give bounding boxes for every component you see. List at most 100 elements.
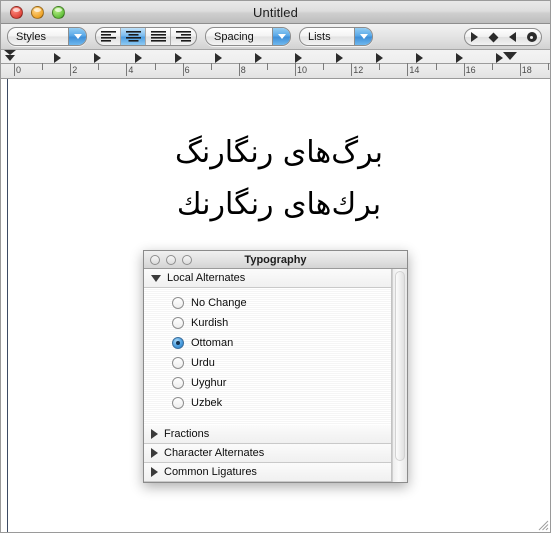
diamond-icon (488, 32, 499, 42)
ruler-tick (379, 63, 381, 70)
ruler-tick (266, 63, 268, 70)
record-button[interactable] (522, 29, 541, 45)
lists-popup-button[interactable]: Lists (299, 27, 373, 46)
radio-label-kurdish: Kurdish (191, 317, 229, 329)
ruler-tab-stop[interactable] (335, 53, 343, 63)
zoom-button-icon[interactable] (52, 5, 65, 19)
radio-row-no-change[interactable]: No Change (144, 293, 391, 313)
ruler-tick (42, 63, 44, 70)
panel-close-button-icon[interactable] (150, 254, 160, 265)
app-root: Untitled Styles Spacing Lists 0 2 4 6 8 … (0, 0, 551, 533)
scrollbar-thumb[interactable] (395, 271, 405, 461)
align-left-icon (100, 31, 116, 42)
ruler-tab-stop[interactable] (375, 53, 383, 63)
chevron-down-icon (68, 28, 86, 45)
radio-row-urdu[interactable]: Urdu (144, 353, 391, 373)
navigation-button-group (464, 28, 542, 46)
styles-popup-button[interactable]: Styles (7, 27, 87, 46)
ruler-tick (210, 63, 212, 70)
triangle-right-icon (151, 467, 158, 477)
section-header-character-alternates[interactable]: Character Alternates (144, 444, 391, 463)
ruler-tab-stop[interactable] (54, 53, 62, 63)
radio-row-kurdish[interactable]: Kurdish (144, 313, 391, 333)
radio-icon-uzbek[interactable] (172, 397, 184, 409)
chevron-down-icon (354, 28, 372, 45)
window-title: Untitled (253, 4, 298, 20)
align-center-button[interactable] (121, 28, 146, 45)
ruler-unit-label: 8 (240, 65, 246, 75)
ruler-baseline (1, 63, 550, 64)
section-label-local-alternates: Local Alternates (167, 272, 246, 284)
ruler-tick (435, 63, 437, 70)
ruler-unit-label: 4 (128, 65, 134, 75)
typography-panel-scrollbar[interactable] (392, 269, 407, 482)
section-header-local-alternates[interactable]: Local Alternates (144, 269, 391, 288)
align-left-button[interactable] (96, 28, 121, 45)
ruler-tab-stop[interactable] (496, 53, 504, 63)
ruler-unit-label: 2 (72, 65, 78, 75)
minimize-button-icon[interactable] (31, 5, 44, 19)
radio-icon-no-change[interactable] (172, 297, 184, 309)
typography-options-list: Local Alternates No Change Kurdish Ottom… (144, 269, 392, 482)
ruler-tick (463, 63, 465, 76)
radio-row-uyghur[interactable]: Uyghur (144, 373, 391, 393)
section-label-fractions: Fractions (164, 428, 210, 440)
radio-row-uzbek[interactable]: Uzbek (144, 393, 391, 413)
triangle-right-icon (151, 448, 158, 458)
ruler-unit-label: 0 (16, 65, 22, 75)
radio-icon-urdu[interactable] (172, 357, 184, 369)
ruler-tick (154, 63, 156, 70)
left-indent-marker[interactable] (4, 50, 16, 63)
spacing-popup-label: Spacing (214, 30, 254, 43)
typography-panel-traffic-lights (150, 254, 192, 265)
panel-minimize-button-icon[interactable] (166, 254, 176, 265)
typography-panel-titlebar: Typography (144, 251, 407, 269)
ruler-tick (126, 63, 128, 76)
right-indent-marker[interactable] (503, 52, 517, 60)
spacing-popup-button[interactable]: Spacing (205, 27, 291, 46)
section-header-common-ligatures[interactable]: Common Ligatures (144, 463, 391, 482)
radio-icon-ottoman[interactable] (172, 337, 184, 349)
ruler-tab-stop[interactable] (295, 53, 303, 63)
radio-icon-kurdish[interactable] (172, 317, 184, 329)
ruler-tab-stop[interactable] (456, 53, 464, 63)
ruler-tab-stop[interactable] (174, 53, 182, 63)
collapsed-sections: Fractions Character Alternates Common Li… (144, 425, 391, 482)
ruler-tab-stop[interactable] (134, 53, 142, 63)
document-text-body[interactable]: برگ‌های رنگارنگ برك‌هاى رنگارنك (8, 127, 550, 231)
ruler-tick (238, 63, 240, 76)
align-justify-button[interactable] (146, 28, 171, 45)
play-left-icon (509, 32, 516, 42)
diamond-button[interactable] (484, 29, 503, 45)
triangle-right-icon (151, 429, 158, 439)
ruler-tick (407, 63, 409, 76)
window-titlebar: Untitled (1, 1, 550, 24)
ruler-tab-stop[interactable] (416, 53, 423, 63)
play-right-button[interactable] (465, 29, 484, 45)
window-traffic-lights (10, 5, 65, 19)
radio-label-urdu: Urdu (191, 357, 215, 369)
document-line-1: برگ‌های رنگارنگ (175, 135, 383, 170)
lists-popup-label: Lists (308, 30, 331, 43)
ruler[interactable]: 0 2 4 6 8 10 12 14 16 18 (1, 50, 550, 79)
ruler-tab-stop[interactable] (94, 53, 102, 63)
close-button-icon[interactable] (10, 5, 23, 19)
typography-panel[interactable]: Typography Local Alternates No Change Ku (143, 250, 408, 483)
panel-zoom-button-icon[interactable] (182, 254, 192, 265)
ruler-unit-label: 12 (353, 65, 364, 75)
ruler-tab-stop[interactable] (215, 53, 222, 63)
radio-icon-uyghur[interactable] (172, 377, 184, 389)
play-right-icon (471, 32, 478, 42)
ruler-tick (547, 63, 549, 70)
section-header-fractions[interactable]: Fractions (144, 425, 391, 444)
chevron-down-icon (272, 28, 290, 45)
align-right-button[interactable] (171, 28, 196, 45)
ruler-tick (519, 63, 521, 76)
play-left-button[interactable] (503, 29, 522, 45)
ruler-tick (14, 63, 15, 76)
alignment-segmented-control (95, 27, 197, 46)
align-right-icon (176, 31, 191, 42)
radio-row-ottoman[interactable]: Ottoman (144, 333, 391, 353)
ruler-tab-stop[interactable] (255, 53, 263, 63)
record-dot-icon (526, 32, 537, 42)
